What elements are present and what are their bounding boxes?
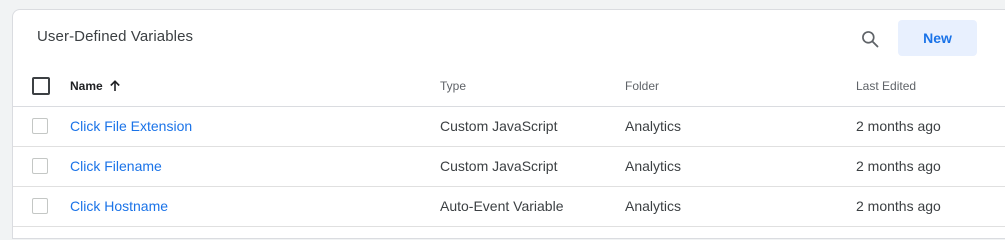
row-checkbox[interactable] — [32, 198, 48, 214]
search-button[interactable] — [856, 25, 884, 53]
column-header-name-label: Name — [70, 79, 103, 93]
arrow-up-icon — [109, 80, 121, 92]
variable-last-edited: 2 months ago — [856, 198, 941, 214]
column-header-type[interactable]: Type — [440, 66, 466, 106]
variable-type: Custom JavaScript — [440, 118, 558, 134]
variable-name-cell: Click Filename — [70, 146, 162, 186]
select-all-checkbox[interactable] — [32, 77, 50, 95]
variable-name-cell: Click File Extension — [70, 106, 192, 146]
variable-folder: Analytics — [625, 118, 682, 134]
column-header-last-edited[interactable]: Last Edited — [856, 66, 916, 106]
header-checkbox-cell — [32, 66, 50, 106]
variables-card: User-Defined Variables New Name Type Fol… — [12, 9, 1005, 239]
row-checkbox[interactable] — [32, 118, 48, 134]
new-button[interactable]: New — [898, 20, 977, 56]
variable-type: Custom JavaScript — [440, 158, 558, 174]
column-header-name[interactable]: Name — [70, 66, 121, 106]
variable-name-link[interactable]: Click File Extension — [70, 118, 192, 134]
row-checkbox-cell — [32, 146, 48, 186]
variable-last-edited: 2 months ago — [856, 158, 941, 174]
row-checkbox[interactable] — [32, 158, 48, 174]
table-header-row: Name Type Folder Last Edited — [13, 66, 1005, 107]
variable-name-link[interactable]: Click Hostname — [70, 198, 168, 214]
table-row[interactable]: Click File Extension Custom JavaScript A… — [13, 106, 1005, 147]
variable-folder: Analytics — [625, 198, 682, 214]
variable-last-edited: 2 months ago — [856, 118, 941, 134]
card-title: User-Defined Variables — [37, 28, 194, 45]
variable-name-cell: Click Hostname — [70, 186, 168, 226]
column-header-folder[interactable]: Folder — [625, 66, 659, 106]
search-icon — [862, 31, 879, 48]
row-checkbox-cell — [32, 186, 48, 226]
row-checkbox-cell — [32, 106, 48, 146]
variable-folder: Analytics — [625, 158, 682, 174]
variable-type: Auto-Event Variable — [440, 198, 564, 214]
variable-name-link[interactable]: Click Filename — [70, 158, 162, 174]
table-row[interactable]: Click Filename Custom JavaScript Analyti… — [13, 146, 1005, 187]
table-row[interactable]: Click Hostname Auto-Event Variable Analy… — [13, 186, 1005, 227]
